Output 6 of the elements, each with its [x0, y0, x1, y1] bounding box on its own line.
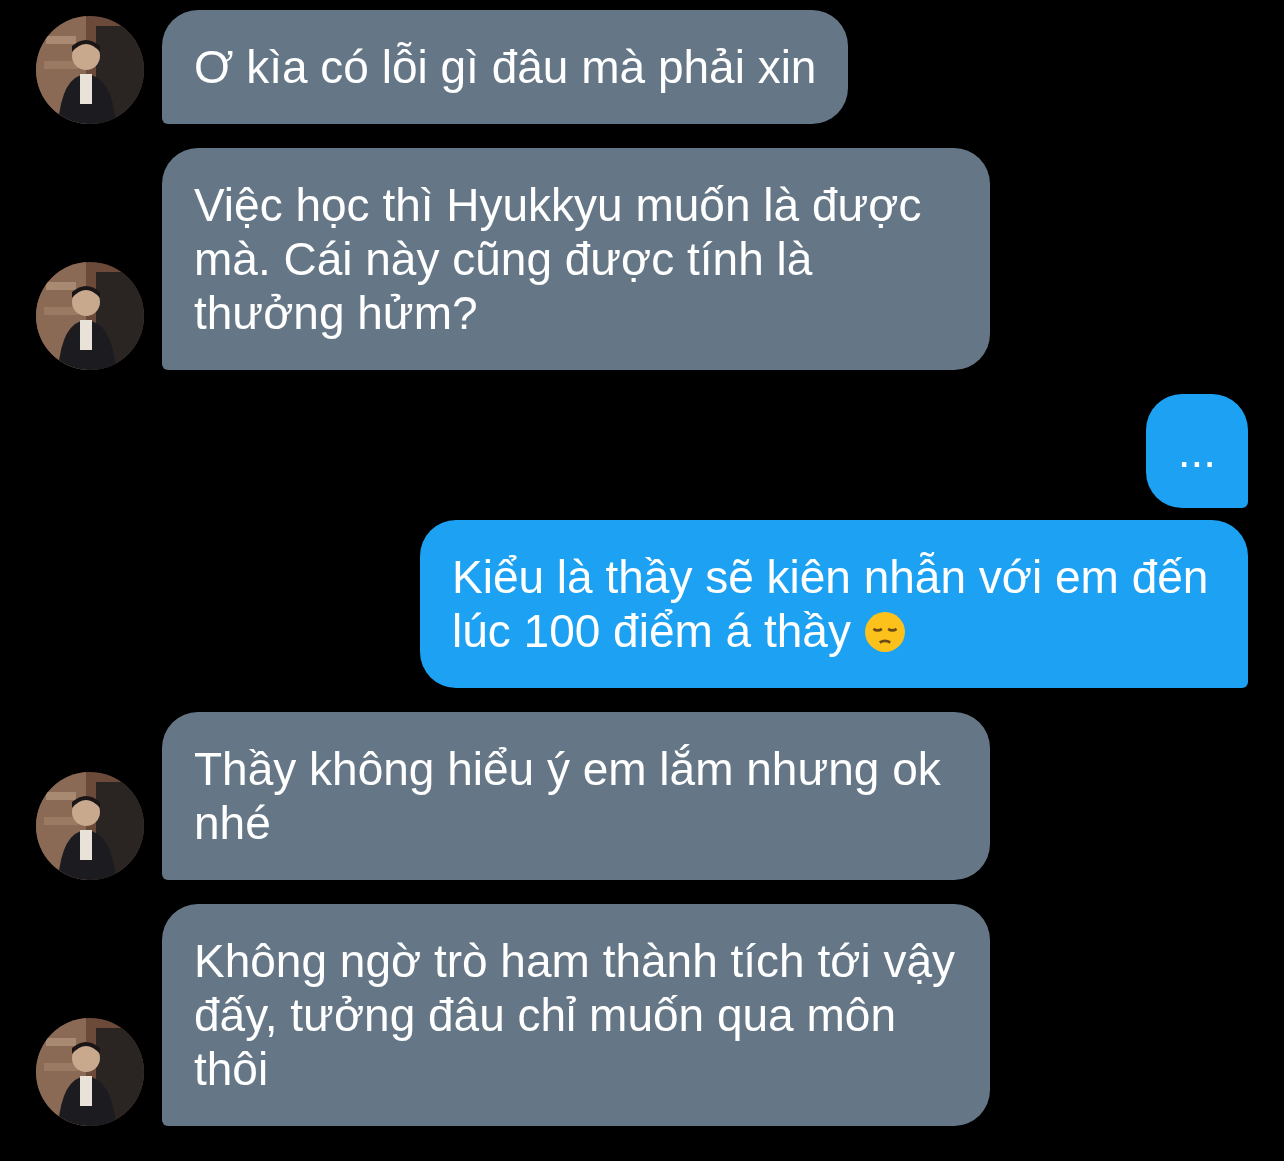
message-bubble: Ơ kìa có lỗi gì đâu mà phải xin — [162, 10, 849, 124]
message-bubble: ... — [1145, 394, 1248, 508]
message-bubble: Không ngờ trò ham thành tích tới vậy đấy, tưởng đâu chỉ muốn qua môn thôi — [162, 904, 990, 1126]
message-bubble: Việc học thì Hyukkyu muốn là được mà. Cái này cũng được tính là thưởng hửm? — [162, 148, 990, 370]
message-bubble: Thầy không hiểu ý em lắm nhưng ok nhé — [162, 712, 990, 880]
message-bubble: Kiểu là thầy sẽ kiên nhẫn với em đến lúc 100 điểm á thầy — [420, 520, 1248, 688]
